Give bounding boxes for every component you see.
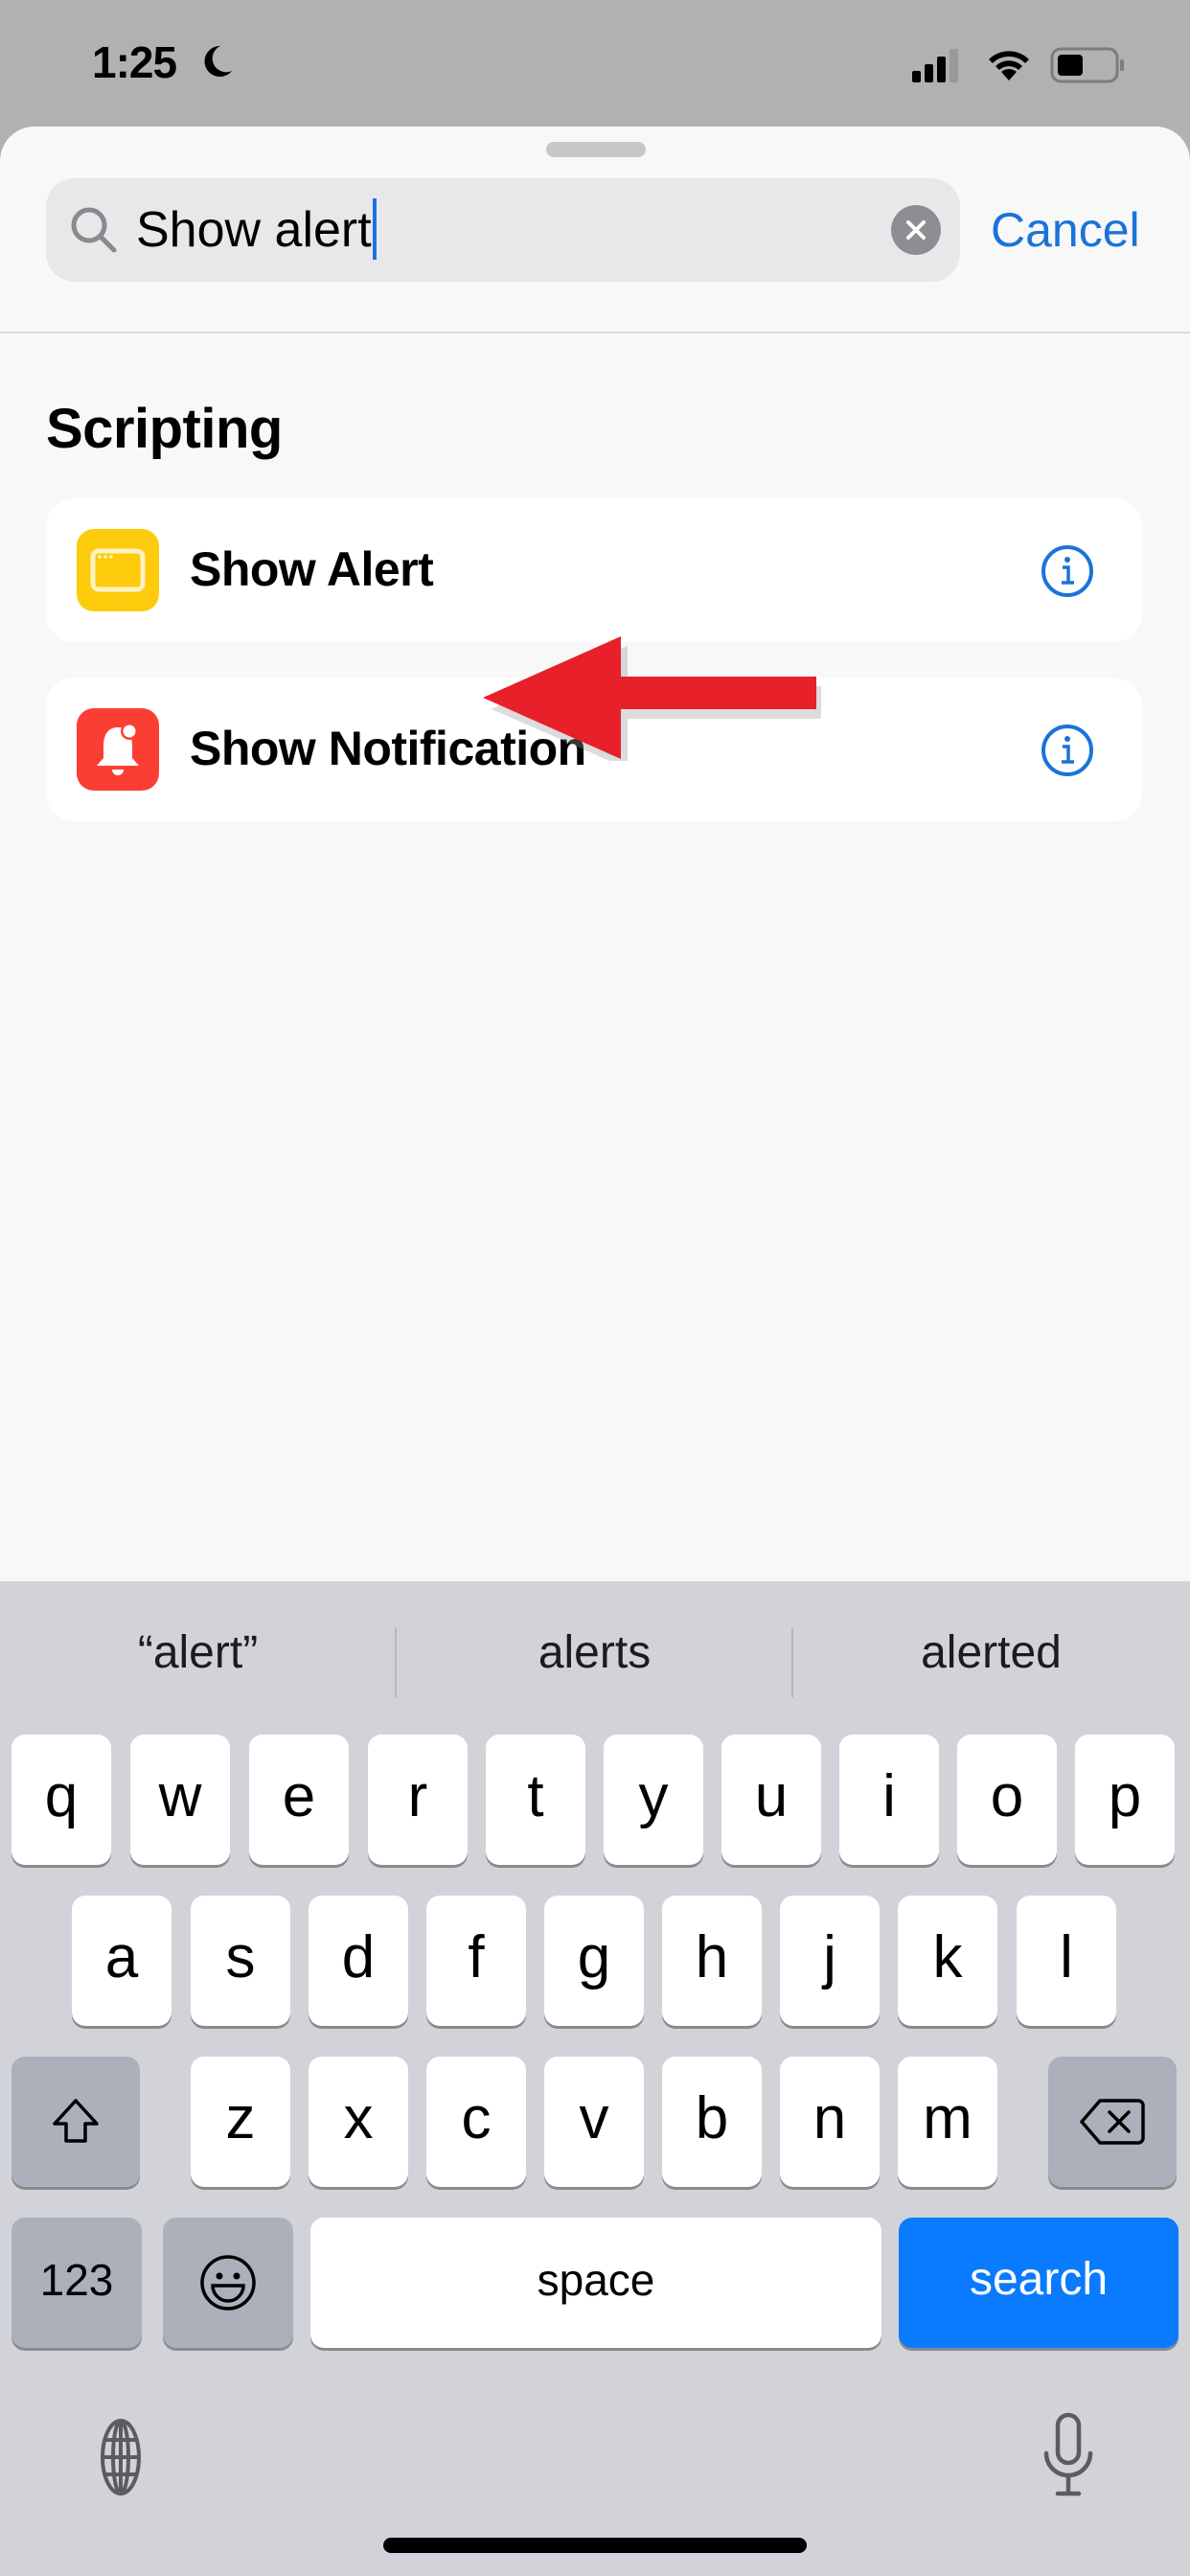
result-label: Show Alert	[190, 542, 434, 596]
key[interactable]: w	[130, 1735, 230, 1865]
key[interactable]: l	[1017, 1896, 1116, 2026]
key[interactable]: m	[898, 2057, 997, 2187]
key[interactable]: n	[780, 2057, 880, 2187]
alert-window-icon	[77, 529, 159, 611]
key[interactable]: u	[721, 1735, 821, 1865]
emoji-icon	[200, 2255, 256, 2311]
search-input-value: Show alert	[136, 198, 377, 261]
search-key[interactable]: search	[899, 2218, 1179, 2348]
info-icon[interactable]	[1039, 542, 1096, 600]
globe-icon[interactable]	[80, 2417, 161, 2497]
key[interactable]: s	[191, 1896, 290, 2026]
space-key[interactable]: space	[310, 2218, 881, 2348]
search-bar: Show alert Cancel	[0, 178, 1190, 282]
key[interactable]: g	[544, 1896, 644, 2026]
sheet-grabber[interactable]	[546, 142, 646, 157]
battery-icon	[1050, 47, 1124, 83]
key[interactable]: r	[368, 1735, 468, 1865]
result-item-show-alert[interactable]: Show Alert	[46, 498, 1142, 642]
moon-icon	[204, 45, 232, 77]
red-arrow-icon	[483, 636, 821, 761]
search-input[interactable]: Show alert	[46, 178, 960, 282]
key[interactable]: x	[309, 2057, 408, 2187]
suggestion-item[interactable]: “alert”	[0, 1620, 396, 1687]
search-icon	[71, 207, 117, 253]
key[interactable]: p	[1075, 1735, 1175, 1865]
status-time: 1:25	[92, 37, 177, 87]
key[interactable]: q	[11, 1735, 111, 1865]
suggestion-bar: “alert” alerts alerted	[0, 1581, 1190, 1725]
microphone-icon[interactable]	[1035, 2411, 1102, 2503]
home-indicator[interactable]	[383, 2538, 807, 2553]
cancel-button[interactable]: Cancel	[991, 199, 1140, 261]
key[interactable]: f	[426, 1896, 526, 2026]
keyboard: “alert” alerts alerted q w e r t y u i o…	[0, 1581, 1190, 2576]
delete-icon	[1080, 2099, 1145, 2145]
key[interactable]: a	[72, 1896, 172, 2026]
key[interactable]: d	[309, 1896, 408, 2026]
suggestion-item[interactable]: alerted	[793, 1620, 1189, 1687]
key[interactable]: h	[662, 1896, 762, 2026]
numbers-key[interactable]: 123	[11, 2218, 142, 2348]
key[interactable]: c	[426, 2057, 526, 2187]
key[interactable]: j	[780, 1896, 880, 2026]
info-icon[interactable]	[1039, 722, 1096, 779]
wifi-icon	[989, 51, 1029, 80]
key[interactable]: y	[604, 1735, 703, 1865]
search-text: Show alert	[136, 202, 372, 258]
key[interactable]: z	[191, 2057, 290, 2187]
key[interactable]: t	[486, 1735, 585, 1865]
status-bar: 1:25	[0, 0, 1190, 125]
emoji-key[interactable]	[163, 2218, 293, 2348]
divider	[0, 332, 1190, 334]
section-title: Scripting	[46, 398, 283, 460]
shift-key[interactable]	[11, 2057, 140, 2187]
suggestion-item[interactable]: alerts	[397, 1620, 792, 1687]
key[interactable]: e	[249, 1735, 349, 1865]
clear-search-button[interactable]	[891, 205, 941, 255]
key[interactable]: b	[662, 2057, 762, 2187]
clear-icon	[906, 220, 926, 240]
key[interactable]: i	[839, 1735, 939, 1865]
key[interactable]: v	[544, 2057, 644, 2187]
text-caret	[372, 198, 377, 261]
key[interactable]: o	[957, 1735, 1057, 1865]
action-search-sheet: Show alert Cancel Scripting Show Alert S…	[0, 126, 1190, 1583]
delete-key[interactable]	[1048, 2057, 1177, 2187]
key[interactable]: k	[898, 1896, 997, 2026]
shift-icon	[53, 2099, 99, 2143]
cellular-signal-icon	[912, 49, 958, 82]
notification-bell-icon	[77, 708, 159, 791]
